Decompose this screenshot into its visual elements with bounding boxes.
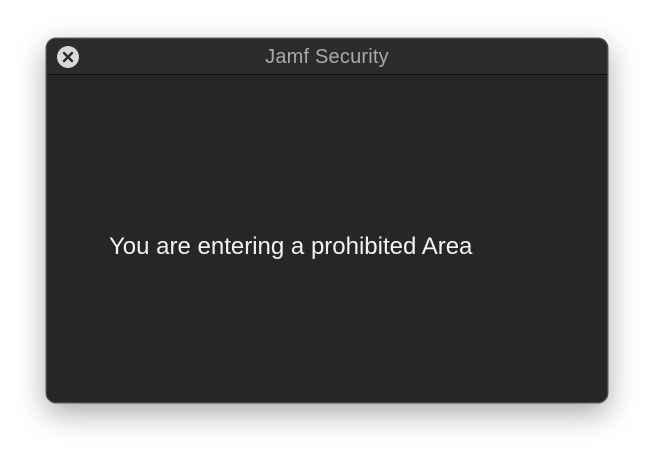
warning-message: You are entering a prohibited Area — [109, 233, 473, 260]
window-title: Jamf Security — [265, 46, 389, 68]
alert-window: Jamf Security You are entering a prohibi… — [46, 38, 608, 403]
window-content: You are entering a prohibited Area — [47, 75, 607, 402]
title-bar[interactable]: Jamf Security — [47, 39, 607, 75]
